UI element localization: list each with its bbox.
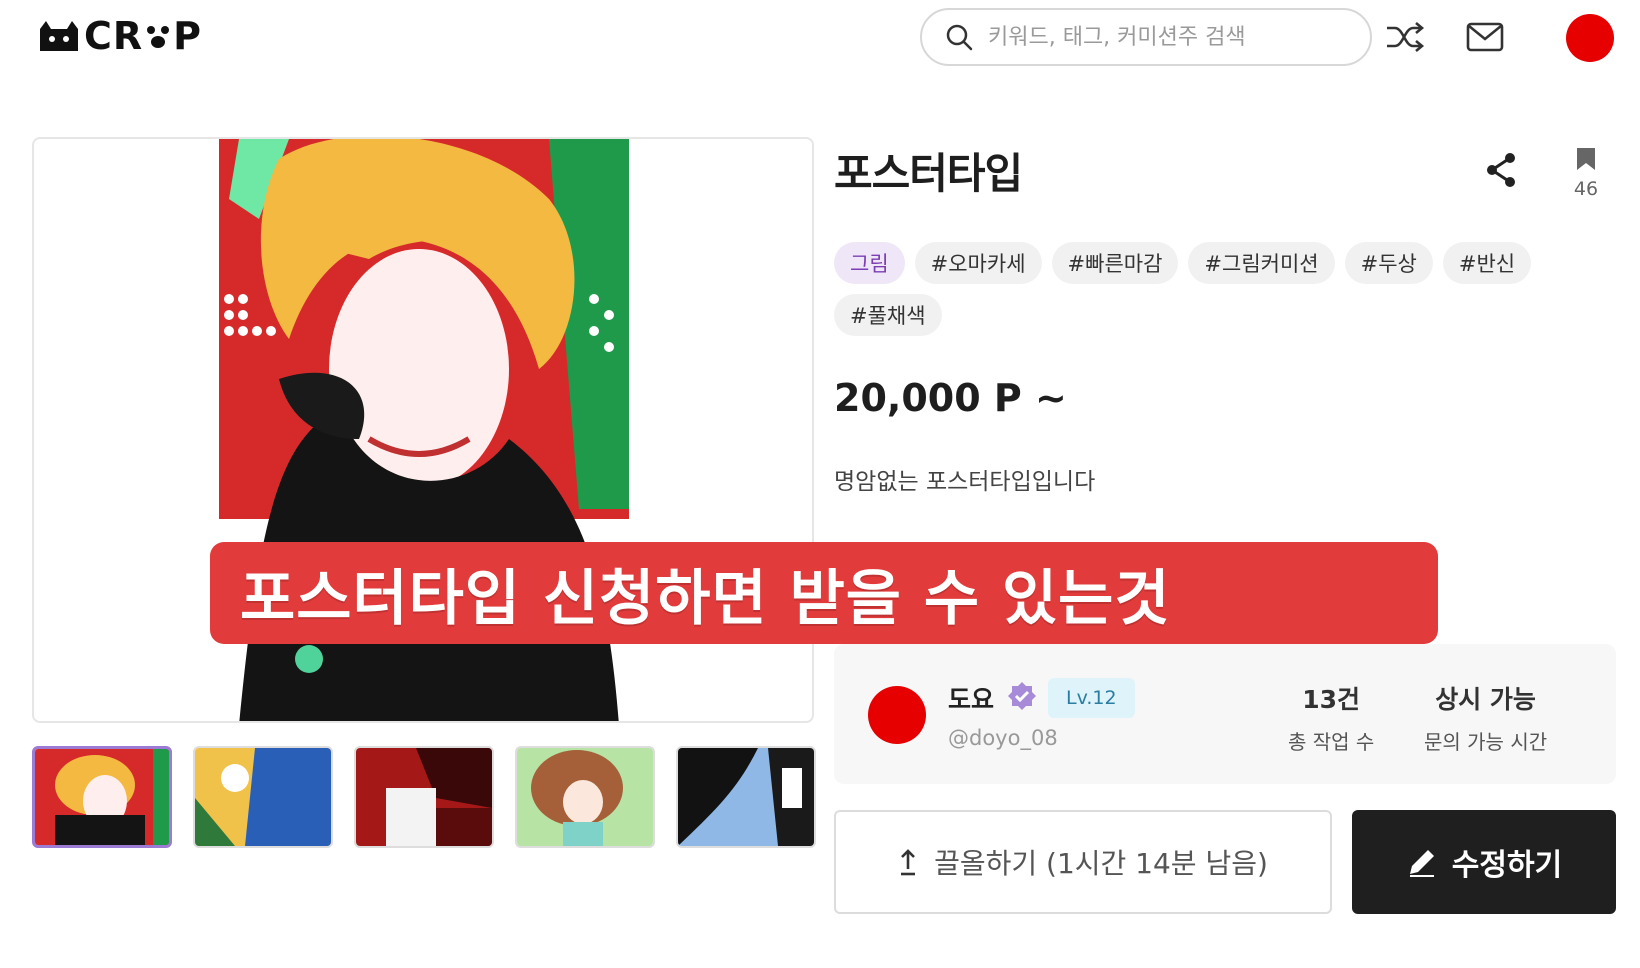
seller-handle: @doyo_08 (948, 726, 1058, 750)
stat-inquiry-time: 상시 가능 문의 가능 시간 (1424, 680, 1547, 755)
stat-value: 상시 가능 (1435, 685, 1536, 714)
seller-name[interactable]: 도요 (948, 680, 994, 716)
thumbnail-4[interactable] (515, 746, 655, 848)
hashtag[interactable]: #풀채색 (834, 294, 942, 336)
thumbnail-2[interactable] (193, 746, 333, 848)
stat-value: 13건 (1302, 685, 1361, 714)
hashtag[interactable]: #두상 (1344, 242, 1433, 284)
hashtag[interactable]: #빠른마감 (1051, 242, 1179, 284)
thumbnail-art (517, 748, 653, 846)
search-bar[interactable] (920, 8, 1372, 66)
paw-icon (147, 26, 170, 48)
category-tag[interactable]: 그림 (834, 242, 905, 284)
upload-arrow-icon (901, 849, 916, 876)
seller-card: 도요 Lv.12 @doyo_08 13건 총 작업 수 상시 가능 문의 가능… (834, 644, 1616, 784)
edit-label: 수정하기 (1451, 848, 1563, 883)
product-description: 명암없는 포스터타입입니다 (834, 469, 1096, 495)
hashtag[interactable]: #오마카세 (914, 242, 1042, 284)
thumbnail-art (35, 749, 169, 845)
stat-total-works: 13건 총 작업 수 (1288, 680, 1374, 755)
bookmark-count: 46 (1573, 178, 1599, 200)
cat-logo-icon (40, 21, 78, 51)
seller-avatar[interactable] (868, 686, 926, 744)
thumbnail-1[interactable] (32, 746, 172, 848)
pencil-icon (1409, 850, 1434, 877)
caption-overlay-text: 포스터타입 신청하면 받을 수 있는것 (240, 563, 1171, 634)
thumbnail-art (195, 748, 331, 846)
caption-overlay-banner: 포스터타입 신청하면 받을 수 있는것 (210, 542, 1438, 644)
bump-label: 끌올하기 (1시간 14분 남음) (934, 847, 1268, 880)
thumbnail-strip (32, 746, 816, 848)
stat-label: 총 작업 수 (1288, 730, 1375, 754)
product-price: 20,000 P ~ (834, 376, 1067, 420)
site-logo[interactable]: CR P (36, 14, 202, 58)
thumbnail-3[interactable] (354, 746, 494, 848)
edit-button[interactable]: 수정하기 (1352, 810, 1616, 914)
mail-icon (1466, 22, 1504, 52)
verified-badge-icon (1008, 682, 1036, 710)
bump-button[interactable]: 끌올하기 (1시간 14분 남음) (834, 810, 1332, 914)
message-button[interactable] (1462, 14, 1508, 60)
bookmark-icon (1577, 148, 1595, 170)
level-badge: Lv.12 (1048, 678, 1135, 718)
thumbnail-art (678, 748, 814, 846)
hashtag[interactable]: #그림커미션 (1188, 242, 1335, 284)
stat-label: 문의 가능 시간 (1424, 730, 1548, 754)
hashtag[interactable]: #반신 (1442, 242, 1532, 284)
share-button[interactable] (1484, 150, 1520, 190)
thumbnail-art (356, 748, 492, 846)
bookmark-button[interactable]: 46 (1568, 146, 1604, 200)
tag-list: 그림 #오마카세 #빠른마감 #그림커미션 #두상 #반신 #풀채색 (834, 242, 1594, 336)
shuffle-button[interactable] (1382, 14, 1428, 60)
search-input[interactable] (988, 24, 1348, 50)
thumbnail-5[interactable] (676, 746, 816, 848)
product-title: 포스터타입 (834, 149, 1023, 198)
shuffle-icon (1387, 22, 1425, 52)
user-avatar[interactable] (1566, 14, 1614, 62)
search-icon (946, 24, 973, 51)
logo-text: CR P (84, 14, 203, 58)
share-icon (1487, 153, 1515, 187)
